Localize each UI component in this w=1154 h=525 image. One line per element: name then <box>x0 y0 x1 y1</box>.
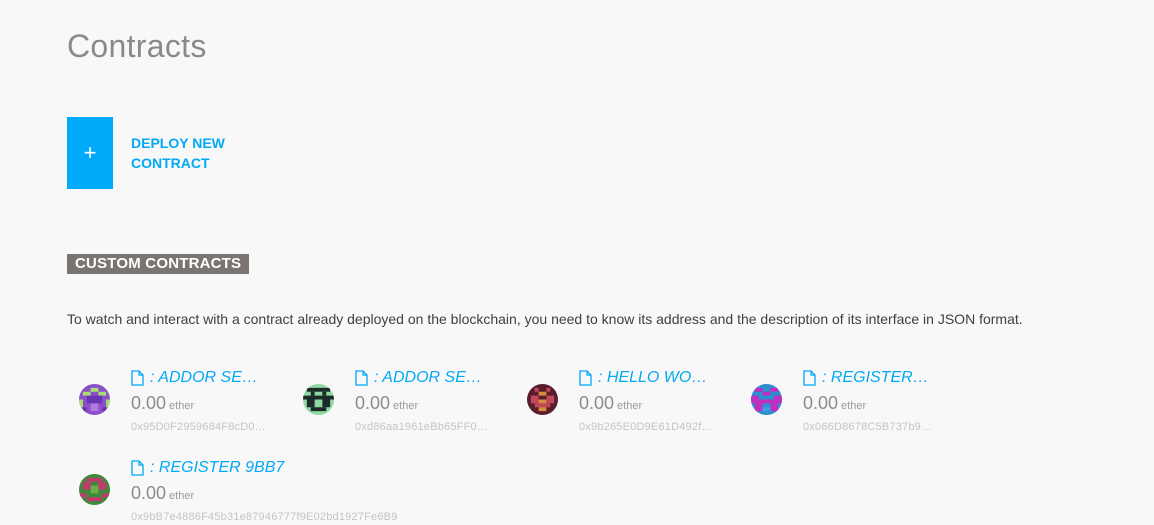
identicon-avatar <box>527 384 558 415</box>
deploy-label-line2: CONTRACT <box>131 155 210 171</box>
contract-balance: 0.00 ether <box>355 392 418 417</box>
balance-unit: ether <box>169 400 195 412</box>
file-icon <box>803 370 816 386</box>
contract-name-link[interactable]: : ADDOR SE… <box>131 368 258 388</box>
contract-address: 0x066D8678C5B737b9… <box>803 421 933 433</box>
balance-value: 0.00 <box>131 393 167 413</box>
custom-contracts-heading: CUSTOM CONTRACTS <box>67 254 250 274</box>
balance-unit: ether <box>393 400 419 412</box>
balance-value: 0.00 <box>131 483 167 503</box>
contract-item[interactable]: : REGISTER… 0.00 ether 0x066D8678C5B737b9… <box>739 368 949 438</box>
contract-balance: 0.00 ether <box>803 392 866 417</box>
contract-balance: 0.00 ether <box>579 392 642 417</box>
contract-name: : REGISTER 9BB7 <box>150 459 285 476</box>
contract-address: 0x9bB7e4886F45b31e87946777f9E02bd1927Fe6… <box>131 511 398 523</box>
contract-balance: 0.00 ether <box>131 392 194 417</box>
contract-address: 0x9b265E0D9E61D492f… <box>579 421 713 433</box>
contract-name-link[interactable]: : ADDOR SE… <box>355 368 482 388</box>
file-icon <box>355 370 368 386</box>
identicon-avatar <box>751 384 782 415</box>
deploy-label: DEPLOY NEW CONTRACT <box>131 133 241 173</box>
balance-unit: ether <box>617 400 643 412</box>
deploy-label-line1: DEPLOY NEW <box>131 135 225 151</box>
page-title: Contracts <box>67 28 207 64</box>
contracts-page: Contracts + DEPLOY NEW CONTRACT CUSTOM C… <box>0 0 1154 525</box>
custom-contracts-description: To watch and interact with a contract al… <box>67 311 1023 327</box>
contract-item[interactable]: : ADDOR SE… 0.00 ether 0xd86aa1961eBb65FF… <box>291 368 501 438</box>
file-icon <box>131 370 144 386</box>
contract-item[interactable]: : REGISTER 9BB7 0.00 ether 0x9bB7e4886F45… <box>67 458 467 525</box>
file-icon <box>579 370 592 386</box>
contract-name: : ADDOR SE… <box>150 369 258 386</box>
contract-name: : HELLO WO… <box>598 369 708 386</box>
contract-name-link[interactable]: : HELLO WO… <box>579 368 707 388</box>
balance-unit: ether <box>169 490 195 502</box>
balance-unit: ether <box>841 400 867 412</box>
plus-icon: + <box>67 117 113 189</box>
identicon-avatar <box>79 474 110 505</box>
balance-value: 0.00 <box>579 393 615 413</box>
contract-item[interactable]: : ADDOR SE… 0.00 ether 0x95D0F2959684F8cD… <box>67 368 277 438</box>
balance-value: 0.00 <box>355 393 391 413</box>
file-icon <box>131 460 144 476</box>
contract-name: : ADDOR SE… <box>374 369 482 386</box>
contract-name-link[interactable]: : REGISTER 9BB7 <box>131 458 284 478</box>
identicon-avatar <box>303 384 334 415</box>
contract-address: 0x95D0F2959684F8cD0… <box>131 421 266 433</box>
balance-value: 0.00 <box>803 393 839 413</box>
contract-item[interactable]: : HELLO WO… 0.00 ether 0x9b265E0D9E61D492… <box>515 368 725 438</box>
deploy-new-contract-button[interactable]: + DEPLOY NEW CONTRACT <box>67 117 241 189</box>
contract-address: 0xd86aa1961eBb65FF0… <box>355 421 489 433</box>
contract-name: : REGISTER… <box>822 369 929 386</box>
identicon-avatar <box>79 384 110 415</box>
contract-balance: 0.00 ether <box>131 482 194 507</box>
contract-name-link[interactable]: : REGISTER… <box>803 368 929 388</box>
